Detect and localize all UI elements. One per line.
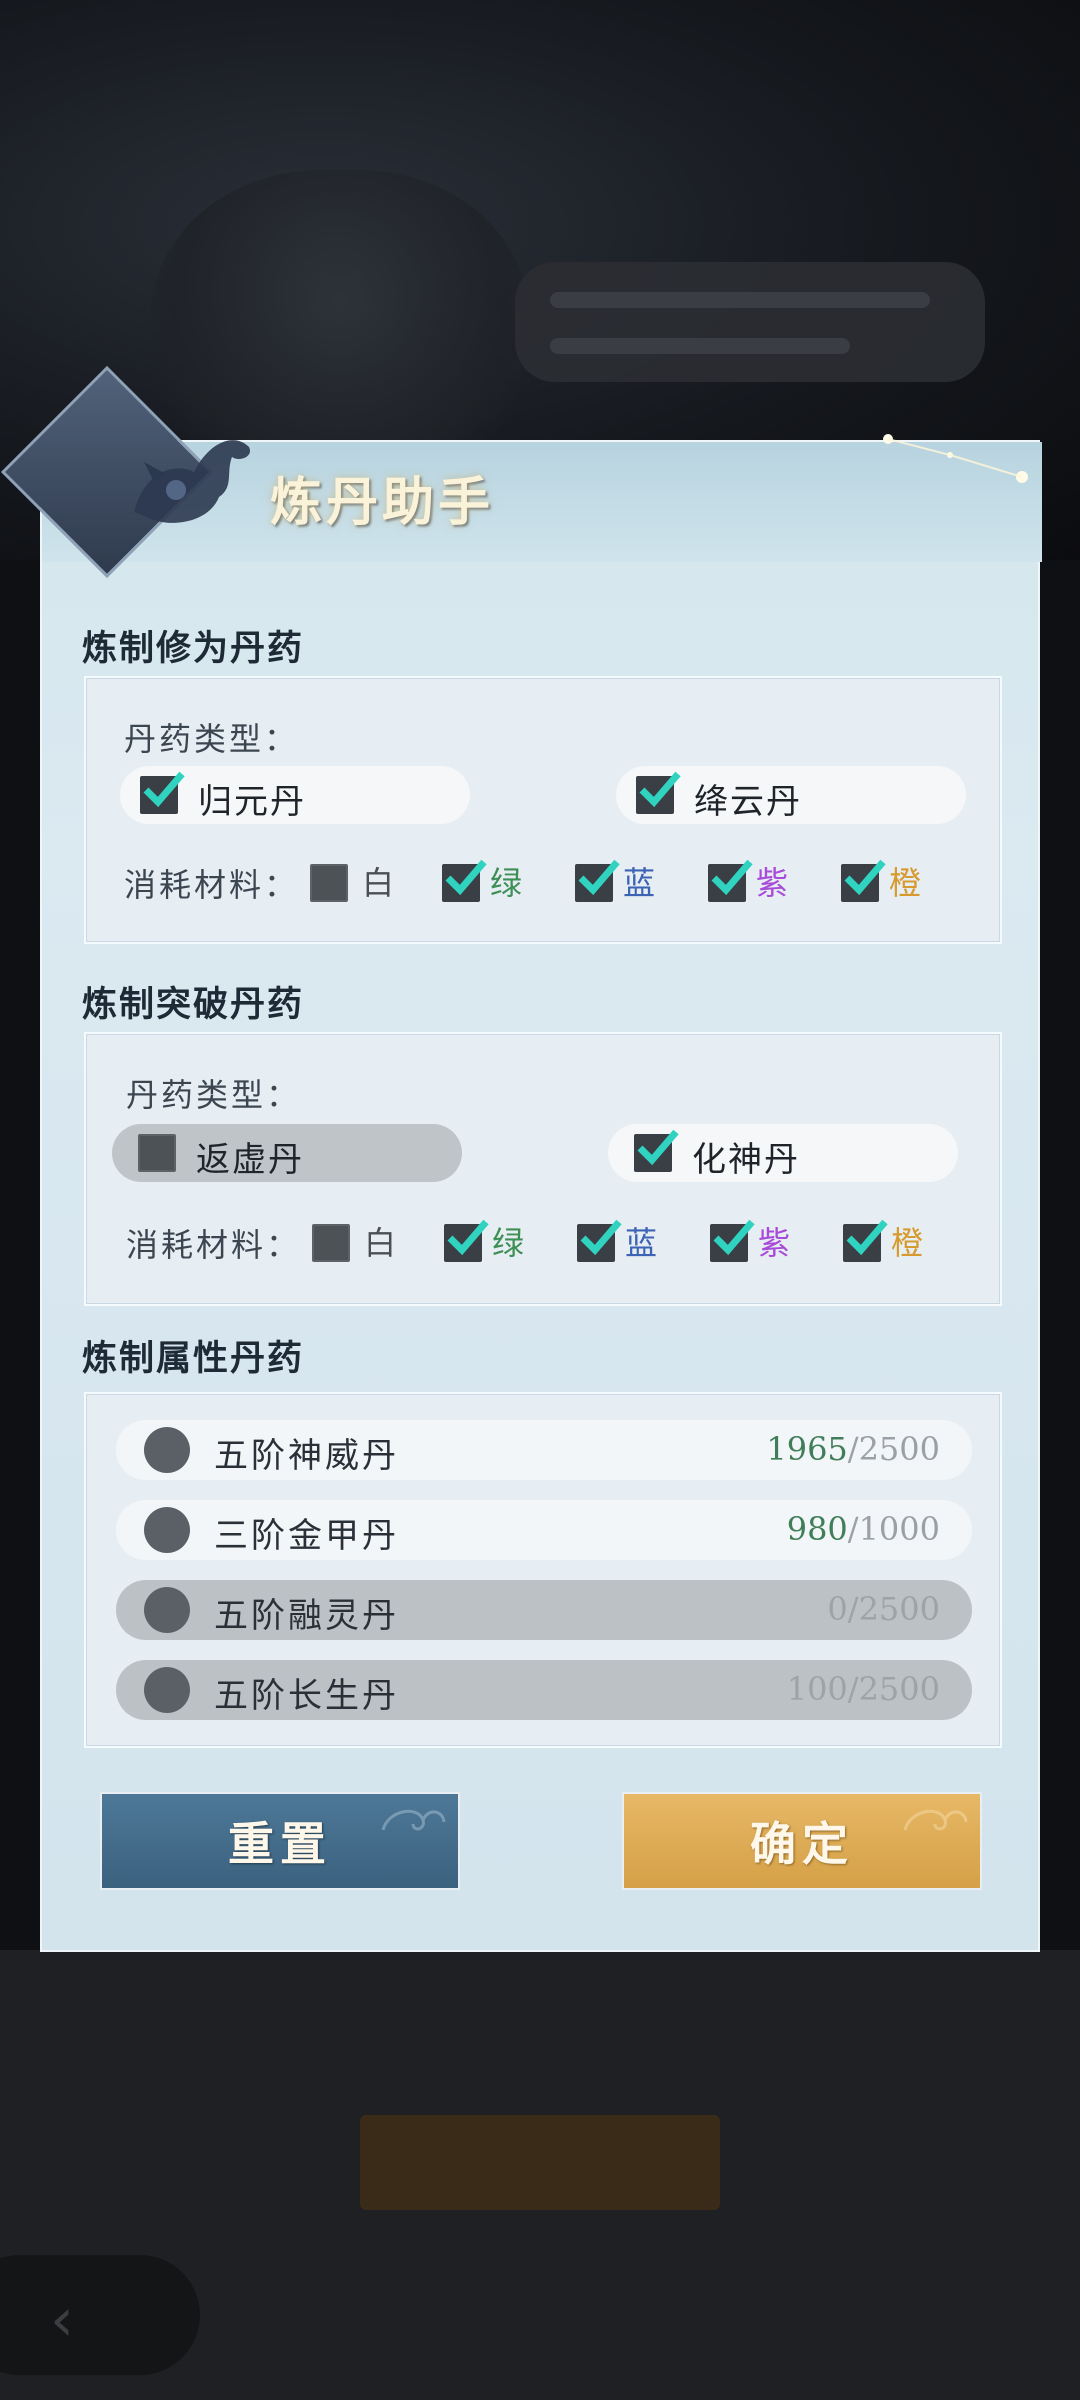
dialog-title: 炼丹助手: [270, 472, 495, 533]
check-icon: [639, 771, 681, 808]
material-purple-checkbox[interactable]: [708, 859, 753, 902]
section-title-breakthrough: 炼制突破丹药: [82, 984, 305, 1025]
check-icon: [578, 859, 620, 896]
material-green-label: 绿: [490, 864, 523, 902]
material-blue-label: 蓝: [625, 1224, 658, 1262]
constellation-icon: [883, 434, 1028, 483]
material-blue-checkbox[interactable]: [575, 859, 620, 902]
attribute-item-progress: 0/2500: [827, 1590, 940, 1628]
cloud-swirl-icon: [381, 1809, 446, 1831]
background-bottom: ‹: [0, 1950, 1080, 2400]
material-orange-checkbox[interactable]: [841, 859, 886, 902]
cultivation-panel: 丹药类型： 归元丹 绛云丹 消耗材料： 白 绿 蓝 紫 橙: [84, 676, 1002, 944]
material-white-label: 白: [364, 1224, 397, 1262]
radio-button[interactable]: [144, 1587, 190, 1633]
material-green-label: 绿: [492, 1224, 525, 1262]
pill-label: 绛云丹: [694, 782, 802, 822]
material-white-checkbox[interactable]: [310, 864, 348, 902]
cloud-swirl-icon: [903, 1809, 968, 1831]
material-label: 消耗材料：: [124, 866, 300, 904]
check-icon: [143, 771, 185, 808]
reset-button[interactable]: 重置: [100, 1792, 460, 1890]
background-bubble-text: [550, 338, 850, 354]
huashen-checkbox[interactable]: [634, 1129, 679, 1172]
radio-button[interactable]: [144, 1667, 190, 1713]
pill-option-fanxu[interactable]: 返虚丹: [112, 1124, 462, 1182]
attribute-item-progress: 100/2500: [786, 1670, 940, 1708]
attribute-item-shenwei[interactable]: 五阶神威丹 1965/2500: [116, 1420, 972, 1480]
material-green-checkbox[interactable]: [442, 859, 487, 902]
material-orange-label: 橙: [891, 1224, 924, 1262]
pill-option-huashen[interactable]: 化神丹: [608, 1124, 958, 1182]
attribute-item-changsheng[interactable]: 五阶长生丹 100/2500: [116, 1660, 972, 1720]
back-button: ‹: [0, 2255, 200, 2375]
pill-option-guiyuan[interactable]: 归元丹: [120, 766, 470, 824]
check-icon: [637, 1129, 679, 1166]
background-button: [360, 2115, 720, 2210]
check-icon: [445, 859, 487, 896]
material-label: 消耗材料：: [126, 1226, 302, 1264]
background-bubble-text: [550, 292, 930, 308]
radio-button[interactable]: [144, 1507, 190, 1553]
background-dialogue-bubble: [515, 262, 985, 382]
attribute-item-rongling[interactable]: 五阶融灵丹 0/2500: [116, 1580, 972, 1640]
attribute-item-jinjia[interactable]: 三阶金甲丹 980/1000: [116, 1500, 972, 1560]
confirm-button[interactable]: 确定: [622, 1792, 982, 1890]
material-white-checkbox[interactable]: [312, 1224, 350, 1262]
fanxu-checkbox[interactable]: [138, 1134, 176, 1172]
attribute-item-progress: 1965/2500: [766, 1430, 940, 1468]
radio-button[interactable]: [144, 1427, 190, 1473]
breakthrough-panel: 丹药类型： 返虚丹 化神丹 消耗材料： 白 绿 蓝 紫 橙: [84, 1032, 1002, 1306]
material-purple-label: 紫: [758, 1224, 791, 1262]
material-blue-label: 蓝: [623, 864, 656, 902]
guiyuan-checkbox[interactable]: [140, 771, 185, 814]
pill-option-jiangyun[interactable]: 绛云丹: [616, 766, 966, 824]
material-orange-checkbox[interactable]: [843, 1219, 888, 1262]
material-purple-label: 紫: [756, 864, 789, 902]
attribute-item-progress: 980/1000: [786, 1510, 940, 1548]
back-arrow-icon: ‹: [50, 2285, 74, 2355]
check-icon: [713, 1219, 755, 1256]
section-title-attribute: 炼制属性丹药: [82, 1338, 305, 1379]
fox-spirit-icon: [134, 440, 251, 523]
check-icon: [447, 1219, 489, 1256]
material-purple-checkbox[interactable]: [710, 1219, 755, 1262]
attribute-item-name: 五阶融灵丹: [214, 1596, 399, 1636]
reset-button-label: 重置: [228, 1817, 332, 1871]
material-white-label: 白: [362, 864, 395, 902]
section-title-cultivation: 炼制修为丹药: [82, 628, 305, 669]
attribute-item-name: 五阶长生丹: [214, 1676, 399, 1716]
material-orange-label: 橙: [889, 864, 922, 902]
pill-type-label: 丹药类型：: [126, 1076, 302, 1114]
attribute-item-name: 五阶神威丹: [214, 1436, 399, 1476]
material-blue-checkbox[interactable]: [577, 1219, 622, 1262]
pill-label: 返虚丹: [196, 1140, 304, 1180]
check-icon: [711, 859, 753, 896]
attribute-item-name: 三阶金甲丹: [214, 1516, 399, 1556]
material-green-checkbox[interactable]: [444, 1219, 489, 1262]
jiangyun-checkbox[interactable]: [636, 771, 681, 814]
pill-label: 化神丹: [692, 1140, 800, 1180]
confirm-button-label: 确定: [750, 1817, 854, 1871]
pill-label: 归元丹: [198, 782, 306, 822]
pill-type-label: 丹药类型：: [124, 720, 300, 758]
check-icon: [580, 1219, 622, 1256]
check-icon: [846, 1219, 888, 1256]
check-icon: [844, 859, 886, 896]
alchemy-assistant-dialog: 炼丹助手 炼制修为丹药 丹药类型： 归元丹 绛云丹 消耗材料： 白 绿 蓝 紫 …: [0, 365, 1042, 1952]
